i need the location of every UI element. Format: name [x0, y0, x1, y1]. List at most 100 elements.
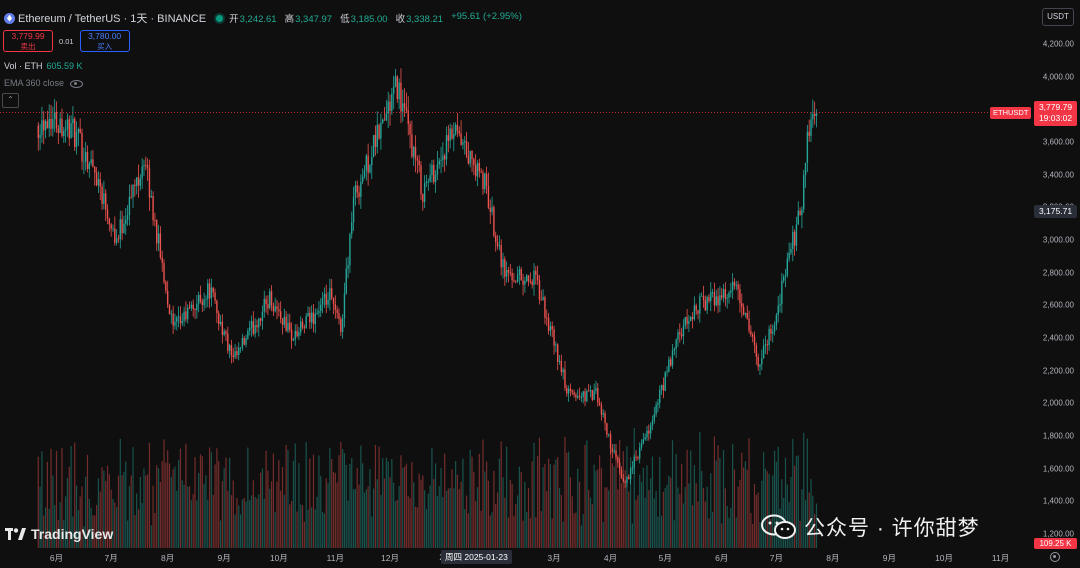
candle-body [310, 312, 313, 323]
candle-body [309, 312, 311, 323]
volume-bar [141, 503, 143, 548]
volume-bar [424, 490, 426, 548]
candle-body [564, 369, 566, 388]
volume-bar [469, 449, 471, 548]
candle-body [558, 360, 561, 362]
candle-body [795, 224, 798, 246]
candle-body [137, 177, 140, 186]
candle-body [742, 307, 745, 315]
last-volume-tag: 109.25 K [1034, 538, 1077, 549]
candle-body [660, 384, 663, 390]
candle-body [615, 450, 617, 458]
candle-body [768, 328, 770, 346]
candle-body [443, 155, 446, 160]
candle-body [464, 141, 466, 143]
volume-bar [159, 482, 161, 548]
volume-bar [722, 450, 725, 548]
candle-body [148, 167, 151, 198]
volume-bar [704, 501, 706, 548]
candle-body [101, 186, 103, 204]
candle-body [730, 290, 732, 293]
change-value: +95.61 (+2.95%) [451, 11, 522, 22]
price-chart[interactable] [0, 0, 1032, 548]
candle-body [750, 330, 752, 335]
volume-bar [405, 463, 408, 548]
sell-price: 3,779.99 [11, 31, 45, 41]
wechat-icon [761, 514, 796, 539]
buy-button[interactable]: 3,780.00 买入 [79, 30, 130, 52]
volume-bar [440, 467, 442, 548]
volume-bar [261, 468, 264, 548]
volume-bar [250, 495, 253, 548]
volume-bar [651, 456, 654, 548]
candle-body [157, 233, 160, 244]
volume-bar [172, 469, 174, 548]
candle-body [199, 294, 202, 302]
settings-icon[interactable] [1050, 552, 1060, 562]
eye-hidden-icon[interactable] [70, 79, 84, 88]
candle-body [303, 327, 306, 329]
volume-legend[interactable]: Vol · ETH 605.59 K [4, 61, 83, 71]
candle-body [799, 210, 801, 216]
currency-selector[interactable]: USDT [1042, 8, 1074, 26]
volume-bar [484, 471, 486, 548]
sell-button[interactable]: 3,779.99 卖出 [3, 30, 53, 52]
volume-bar [382, 458, 384, 548]
volume-bar [325, 478, 327, 548]
price-axis[interactable]: USDT 4,200.004,000.003,800.003,600.003,4… [1032, 0, 1080, 548]
candle-body [400, 82, 402, 112]
volume-bar [575, 512, 577, 548]
candle-body [793, 231, 796, 246]
candle-body [560, 360, 563, 373]
volume-bar [546, 491, 548, 548]
volume-bar [438, 486, 440, 548]
volume-bar [502, 477, 504, 548]
candle-body [766, 344, 768, 346]
candle-body [540, 299, 542, 301]
candle-body [485, 173, 488, 186]
candle-body [411, 134, 413, 157]
volume-bar [553, 464, 555, 548]
candle-body [83, 161, 85, 163]
volume-bar [394, 501, 397, 548]
volume-bar [739, 479, 741, 548]
candle-body [351, 222, 353, 235]
volume-bar [476, 487, 479, 548]
candle-body [338, 313, 340, 320]
candle-body [156, 220, 158, 244]
candle-body [555, 344, 557, 346]
volume-bar [208, 447, 211, 548]
volume-bar [701, 470, 703, 548]
candle-body [152, 196, 154, 221]
candle-body [679, 332, 681, 335]
time-tick: 6月 [715, 553, 729, 563]
crosshair-price-label: 3,175.71 [1034, 205, 1077, 219]
candle-body [132, 184, 134, 198]
candle-body [289, 322, 291, 330]
volume-bar [522, 520, 524, 548]
tradingview-logo[interactable]: TradingView [5, 526, 113, 542]
volume-bar [221, 481, 223, 548]
candle-body [646, 430, 648, 438]
chart-header: Ethereum / TetherUS · 1天 · BINANCE 开3,24… [4, 10, 522, 26]
collapse-legend-button[interactable]: ⌃ [2, 93, 19, 108]
ema-legend[interactable]: EMA 360 close [4, 78, 84, 88]
volume-bar [447, 488, 449, 548]
volume-bar [721, 523, 723, 548]
price-tick: 1,400.00 [1042, 496, 1074, 506]
candle-body [757, 356, 759, 367]
candle-body [644, 437, 646, 440]
volume-bar [132, 447, 134, 548]
candle-body [806, 131, 809, 163]
candle-body [524, 280, 526, 285]
time-axis[interactable]: 6月7月8月9月10月11月12月2023月4月5月6月7月8月9月10月11月… [0, 548, 1032, 568]
volume-bar [489, 515, 491, 548]
volume-bar [527, 488, 530, 548]
volume-bar [602, 521, 604, 548]
candle-body [48, 119, 50, 129]
candle-body [343, 293, 346, 319]
chart-plot-area[interactable]: Ethereum / TetherUS · 1天 · BINANCE 开3,24… [0, 0, 1032, 548]
volume-bar [471, 456, 473, 548]
symbol-title[interactable]: Ethereum / TetherUS · 1天 · BINANCE [18, 10, 206, 26]
candle-body [792, 231, 794, 250]
